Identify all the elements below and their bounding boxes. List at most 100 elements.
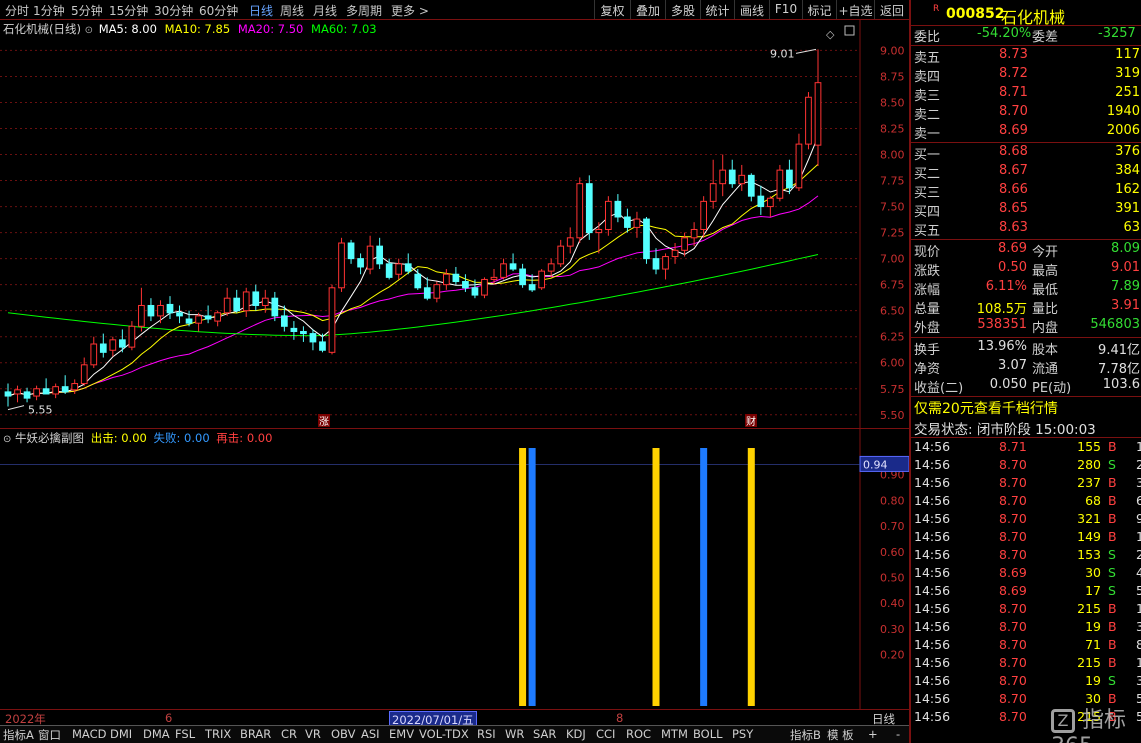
- candle[interactable]: [500, 258, 507, 280]
- candle[interactable]: [128, 321, 136, 351]
- indicator-tab-boll[interactable]: BOLL: [693, 727, 723, 741]
- expand-diamond-icon[interactable]: ◇: [826, 28, 835, 41]
- candle[interactable]: [14, 385, 21, 403]
- indicator-tab-psy[interactable]: PSY: [732, 727, 753, 741]
- candle[interactable]: [709, 159, 717, 209]
- draw-line-button[interactable]: 画线: [734, 0, 769, 19]
- zoom-out-button[interactable]: -: [896, 727, 900, 741]
- candle[interactable]: [747, 173, 755, 202]
- tab-monthly[interactable]: 月线: [313, 2, 337, 19]
- tab-weekly[interactable]: 周线: [280, 2, 304, 19]
- candle[interactable]: [23, 387, 31, 403]
- candle[interactable]: [252, 284, 260, 311]
- candle[interactable]: [433, 281, 441, 303]
- candle[interactable]: [357, 253, 364, 275]
- indicator-tab-cr[interactable]: CR: [281, 727, 297, 741]
- candle[interactable]: [52, 383, 60, 399]
- indicator-tab-sar[interactable]: SAR: [533, 727, 556, 741]
- tab-15min[interactable]: 15分钟: [109, 2, 148, 19]
- indicator-tab-cci[interactable]: CCI: [596, 727, 615, 741]
- indicator-tab-kdj[interactable]: KDJ: [566, 727, 586, 741]
- candle[interactable]: [728, 159, 736, 188]
- candle[interactable]: [585, 175, 593, 240]
- candle[interactable]: [328, 284, 336, 355]
- candle[interactable]: [481, 277, 488, 299]
- candle[interactable]: [271, 291, 279, 322]
- candle[interactable]: [414, 269, 422, 290]
- candle[interactable]: [671, 243, 679, 264]
- candle[interactable]: [614, 194, 622, 223]
- candle[interactable]: [166, 296, 174, 320]
- mark-button[interactable]: 标记: [802, 0, 836, 19]
- indicator-tab-dma[interactable]: DMA: [143, 727, 170, 741]
- candle[interactable]: [442, 269, 450, 290]
- candle[interactable]: [118, 329, 126, 353]
- overlay-button[interactable]: 叠加: [630, 0, 665, 19]
- candle[interactable]: [423, 277, 431, 301]
- tab-timeshare[interactable]: 分时: [5, 2, 29, 19]
- candle[interactable]: [195, 312, 202, 332]
- indicator-tab-obv[interactable]: OBV: [331, 727, 355, 741]
- template-button[interactable]: 模 板: [827, 727, 854, 743]
- indicator-tab-asi[interactable]: ASI: [361, 727, 380, 741]
- indicator-tab-voltdx[interactable]: VOL-TDX: [419, 727, 469, 741]
- tab-more[interactable]: 更多 >: [391, 2, 429, 19]
- candle[interactable]: [509, 253, 517, 272]
- candle[interactable]: [147, 298, 155, 322]
- candle[interactable]: [604, 196, 612, 236]
- indicator-tab-fsl[interactable]: FSL: [175, 727, 195, 741]
- event-cai-marker[interactable]: 财: [746, 415, 756, 428]
- promo-text[interactable]: 仅需20元查看千档行情: [914, 398, 1058, 418]
- indicator-b-button[interactable]: 指标B: [790, 727, 821, 743]
- tab-30min[interactable]: 30分钟: [154, 2, 193, 19]
- f10-button[interactable]: F10: [769, 0, 802, 19]
- candle[interactable]: [300, 326, 307, 342]
- candle[interactable]: [633, 211, 641, 238]
- add-watchlist-button[interactable]: +自选: [836, 0, 874, 19]
- indicator-tab-a[interactable]: 指标A: [3, 727, 34, 743]
- indicator-tab-dmi[interactable]: DMI: [110, 727, 132, 741]
- sub-indicator-chart[interactable]: 0.900.800.700.600.500.400.300.200.94: [0, 428, 909, 709]
- candle[interactable]: [176, 305, 183, 324]
- tab-5min[interactable]: 5分钟: [71, 2, 103, 19]
- back-button[interactable]: 返回: [874, 0, 909, 19]
- indicator-tab-rsi[interactable]: RSI: [477, 727, 496, 741]
- candle[interactable]: [538, 269, 546, 290]
- indicator-tab-roc[interactable]: ROC: [626, 727, 651, 741]
- candle[interactable]: [233, 289, 241, 313]
- indicator-tab-emv[interactable]: EMV: [389, 727, 414, 741]
- candle[interactable]: [719, 154, 727, 197]
- promo-banner[interactable]: 仅需20元查看千档行情: [911, 398, 1141, 418]
- candle[interactable]: [309, 329, 317, 351]
- candle[interactable]: [347, 239, 355, 264]
- candle[interactable]: [624, 208, 631, 233]
- indicator-tab-trix[interactable]: TRIX: [205, 727, 231, 741]
- candle[interactable]: [338, 237, 345, 292]
- candle[interactable]: [42, 378, 50, 395]
- candle[interactable]: [805, 92, 812, 150]
- window-restore-icon[interactable]: [844, 25, 855, 36]
- candle[interactable]: [204, 305, 212, 324]
- event-zhang-marker[interactable]: 涨: [319, 416, 329, 428]
- tab-1min[interactable]: 1分钟: [33, 2, 65, 19]
- tab-daily[interactable]: 日线: [249, 2, 273, 19]
- candle[interactable]: [138, 287, 145, 332]
- multi-stock-button[interactable]: 多股: [665, 0, 700, 19]
- candle[interactable]: [738, 164, 746, 191]
- candle[interactable]: [366, 235, 374, 275]
- candle[interactable]: [242, 287, 250, 317]
- candle[interactable]: [519, 263, 526, 288]
- indicator-tab-brar[interactable]: BRAR: [240, 727, 271, 741]
- candle[interactable]: [4, 383, 12, 407]
- tab-60min[interactable]: 60分钟: [199, 2, 238, 19]
- candle[interactable]: [61, 375, 69, 394]
- candle[interactable]: [109, 336, 117, 357]
- candle[interactable]: [452, 266, 460, 285]
- candle[interactable]: [814, 49, 822, 166]
- tab-multi-period[interactable]: 多周期: [346, 2, 382, 19]
- candle[interactable]: [90, 336, 98, 368]
- candle[interactable]: [33, 385, 40, 401]
- chevron-down-icon[interactable]: ⊙: [85, 25, 93, 36]
- candle[interactable]: [566, 227, 574, 254]
- indicator-tab-[interactable]: 窗口: [38, 727, 61, 743]
